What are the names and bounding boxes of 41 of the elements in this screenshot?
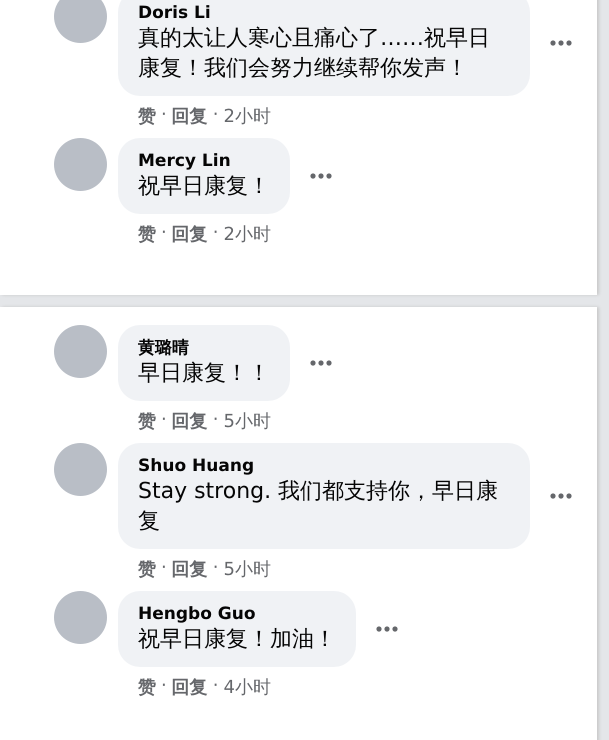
separator-dot: · bbox=[161, 409, 167, 432]
separator-dot: · bbox=[212, 409, 218, 432]
separator-dot: · bbox=[161, 557, 167, 580]
commenter-name[interactable]: Mercy Lin bbox=[138, 150, 270, 172]
comment-time[interactable]: 4小时 bbox=[223, 675, 271, 699]
separator-dot: · bbox=[212, 675, 218, 698]
comment-time[interactable]: 5小时 bbox=[223, 409, 271, 433]
commenter-name[interactable]: Hengbo Guo bbox=[138, 603, 336, 625]
comment-time[interactable]: 5小时 bbox=[223, 557, 271, 581]
comment-text: 祝早日康复！ bbox=[138, 173, 270, 201]
more-icon[interactable] bbox=[376, 626, 398, 632]
comment-time[interactable]: 2小时 bbox=[223, 104, 271, 128]
like-link[interactable]: 赞 bbox=[138, 557, 156, 581]
separator-dot: · bbox=[161, 222, 167, 245]
comment-text: 真的太让人寒心且痛心了……祝早日康复！我们会努力继续帮你发声！ bbox=[138, 25, 491, 83]
commenter-name[interactable]: Doris Li bbox=[138, 2, 510, 24]
commenter-name[interactable]: Shuo Huang bbox=[138, 455, 510, 477]
more-icon[interactable] bbox=[310, 173, 332, 179]
reply-link[interactable]: 回复 bbox=[172, 675, 208, 699]
like-link[interactable]: 赞 bbox=[138, 409, 156, 433]
more-icon[interactable] bbox=[550, 40, 572, 46]
comment-text: 祝早日康复！加油！ bbox=[138, 626, 336, 654]
avatar-placeholder bbox=[54, 0, 107, 43]
reply-link[interactable]: 回复 bbox=[172, 557, 208, 581]
commenter-name[interactable]: 黄璐晴 bbox=[138, 337, 270, 359]
separator-dot: · bbox=[161, 104, 167, 127]
separator-dot: · bbox=[212, 557, 218, 580]
like-link[interactable]: 赞 bbox=[138, 222, 156, 246]
reply-link[interactable]: 回复 bbox=[172, 409, 208, 433]
separator-dot: · bbox=[212, 222, 218, 245]
comment-text: 早日康复！！ bbox=[138, 360, 270, 388]
comment-text: Stay strong. 我们都支持你，早日康复 bbox=[138, 478, 500, 536]
reply-link[interactable]: 回复 bbox=[172, 222, 208, 246]
like-link[interactable]: 赞 bbox=[138, 675, 156, 699]
reply-link[interactable]: 回复 bbox=[172, 104, 208, 128]
like-link[interactable]: 赞 bbox=[138, 104, 156, 128]
comment-time[interactable]: 2小时 bbox=[223, 222, 271, 246]
more-icon[interactable] bbox=[550, 493, 572, 499]
more-icon[interactable] bbox=[310, 360, 332, 366]
separator-dot: · bbox=[212, 104, 218, 127]
separator-dot: · bbox=[161, 675, 167, 698]
